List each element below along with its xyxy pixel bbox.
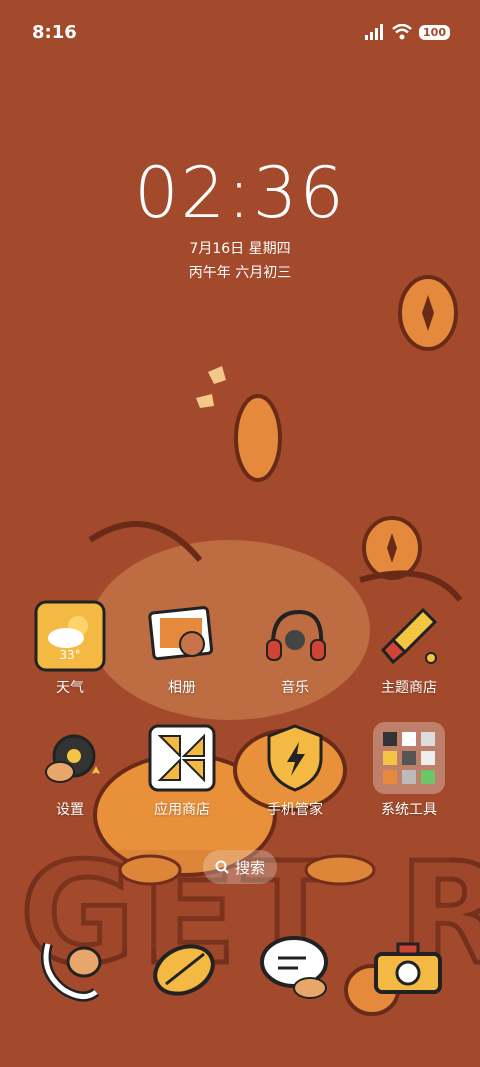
- app-weather[interactable]: 33° 天气: [15, 600, 125, 697]
- app-label: 设置: [56, 802, 84, 818]
- app-system-tools[interactable]: 系统工具: [354, 722, 464, 819]
- app-music[interactable]: 音乐: [240, 600, 350, 697]
- theme-store-icon: [373, 600, 445, 672]
- messages-icon: [260, 936, 328, 999]
- app-settings[interactable]: 设置: [15, 722, 125, 819]
- app-theme-store[interactable]: 主题商店: [354, 600, 464, 697]
- weather-icon: 33°: [34, 600, 106, 672]
- search-label: 搜索: [234, 858, 265, 877]
- app-security[interactable]: 手机管家: [240, 722, 350, 819]
- wifi-icon: [392, 24, 412, 40]
- app-label: 应用商店: [154, 802, 210, 818]
- phone-icon: [41, 942, 102, 1002]
- weather-temp: 33°: [59, 648, 81, 662]
- security-icon: [259, 722, 331, 794]
- search-icon: [215, 860, 229, 874]
- music-icon: [259, 600, 331, 672]
- app-label: 音乐: [281, 680, 309, 696]
- app-gallery[interactable]: 相册: [127, 600, 237, 697]
- app-store-icon: [146, 722, 218, 794]
- dock-phone[interactable]: [34, 932, 110, 1004]
- gallery-icon: [146, 600, 218, 672]
- lunar-date-text: 丙午年 六月初三: [188, 265, 292, 281]
- battery-icon: 100: [419, 24, 450, 40]
- status-time: 8:16: [32, 22, 77, 43]
- settings-icon: [34, 722, 106, 794]
- app-app-store[interactable]: 应用商店: [127, 722, 237, 819]
- lockscreen-clock: 02:36: [134, 152, 346, 234]
- status-bar: 8:16 100: [0, 0, 480, 64]
- dock-messages[interactable]: [258, 932, 334, 1004]
- app-label: 手机管家: [267, 802, 323, 818]
- app-label: 主题商店: [381, 680, 437, 696]
- system-tools-folder-icon: [373, 722, 445, 794]
- app-label: 相册: [168, 680, 196, 696]
- signal-icon: [365, 24, 384, 40]
- browser-icon: [153, 944, 215, 996]
- app-label: 系统工具: [381, 802, 437, 818]
- date-text: 7月16日 星期四: [189, 241, 291, 257]
- dock-camera[interactable]: [370, 932, 446, 1004]
- search-button[interactable]: 搜索: [203, 850, 277, 884]
- app-label: 天气: [56, 680, 84, 696]
- camera-icon: [374, 942, 442, 994]
- dock-browser[interactable]: [146, 932, 222, 1004]
